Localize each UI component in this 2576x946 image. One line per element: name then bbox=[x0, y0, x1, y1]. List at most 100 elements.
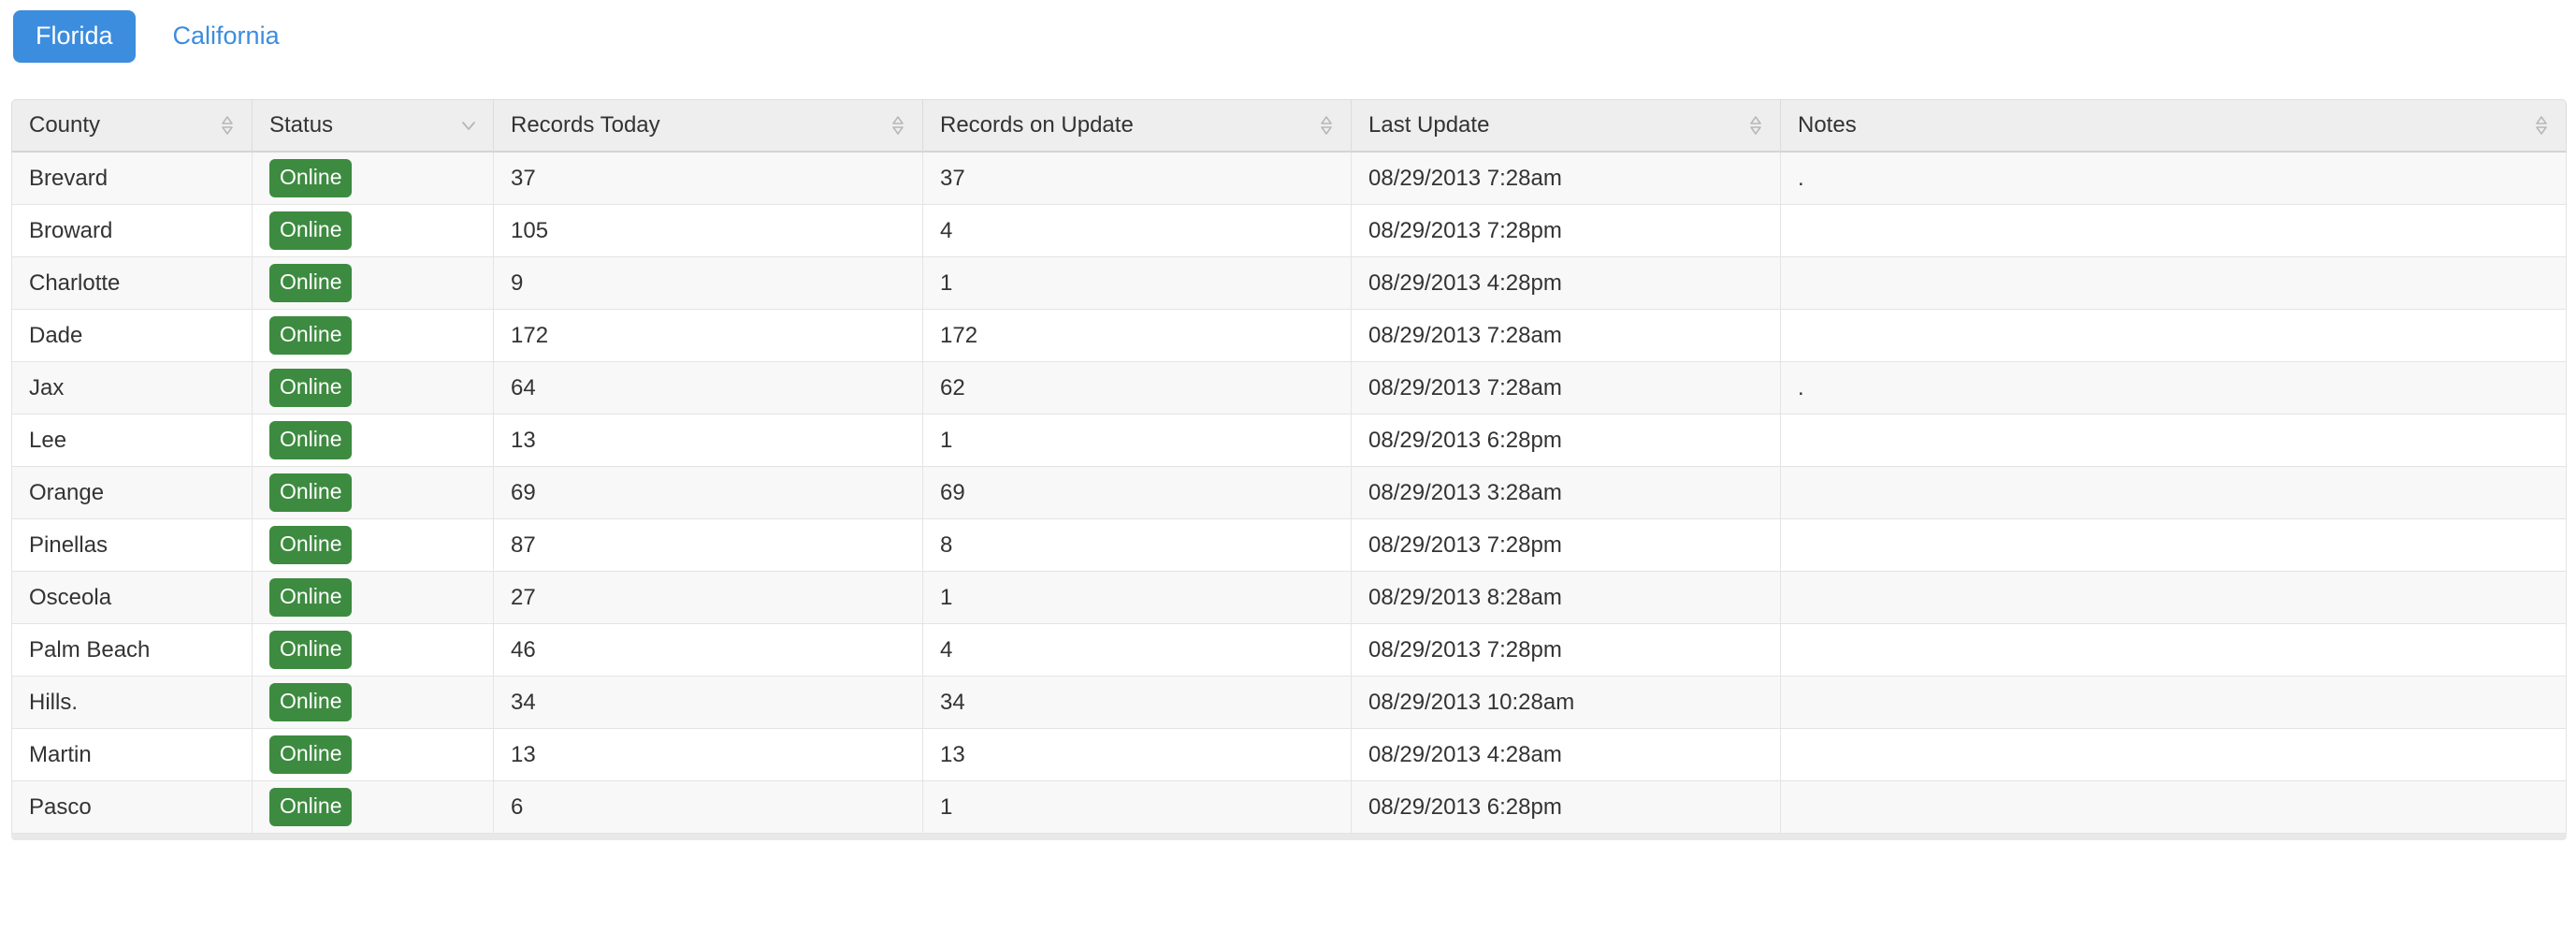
cell-notes: . bbox=[1781, 362, 2567, 415]
status-badge: Online bbox=[269, 735, 353, 774]
cell-last-update: 08/29/2013 3:28am bbox=[1352, 467, 1781, 519]
cell-last-update: 08/29/2013 7:28pm bbox=[1352, 624, 1781, 677]
table-row[interactable]: Jax Online 64 62 08/29/2013 7:28am. bbox=[11, 362, 2567, 415]
status-badge: Online bbox=[269, 526, 353, 564]
state-tab-bar: Florida California bbox=[0, 0, 2576, 63]
table-row[interactable]: Pasco Online 6 1 08/29/2013 6:28pm bbox=[11, 781, 2567, 834]
cell-last-update: 08/29/2013 4:28am bbox=[1352, 729, 1781, 781]
cell-notes bbox=[1781, 519, 2567, 572]
table-header-row: County Status Records Today Records on Upda… bbox=[11, 99, 2567, 153]
cell-records-on-update: 34 bbox=[923, 677, 1352, 729]
cell-records-today: 46 bbox=[494, 624, 923, 677]
column-header-label: Last Update bbox=[1368, 112, 1490, 138]
cell-status: Online bbox=[253, 205, 494, 257]
cell-records-on-update: 13 bbox=[923, 729, 1352, 781]
cell-status: Online bbox=[253, 519, 494, 572]
status-badge: Online bbox=[269, 159, 353, 197]
table-header: County Status Records Today Records on Upda… bbox=[11, 99, 2567, 153]
status-badge: Online bbox=[269, 421, 353, 459]
table-row[interactable]: Orange Online 69 69 08/29/2013 3:28am bbox=[11, 467, 2567, 519]
cell-status: Online bbox=[253, 257, 494, 310]
cell-status: Online bbox=[253, 362, 494, 415]
cell-last-update: 08/29/2013 7:28am bbox=[1352, 153, 1781, 205]
column-header-status[interactable]: Status bbox=[253, 99, 494, 153]
cell-county: Broward bbox=[11, 205, 253, 257]
column-header-records-on-update[interactable]: Records on Update bbox=[923, 99, 1352, 153]
cell-notes bbox=[1781, 310, 2567, 362]
table-row[interactable]: Hills. Online 34 34 08/29/2013 10:28am bbox=[11, 677, 2567, 729]
column-header-label: Notes bbox=[1798, 112, 1857, 138]
cell-records-today: 27 bbox=[494, 572, 923, 624]
table-row[interactable]: Charlotte Online 9 1 08/29/2013 4:28pm bbox=[11, 257, 2567, 310]
cell-last-update: 08/29/2013 7:28am bbox=[1352, 362, 1781, 415]
column-header-label: Records on Update bbox=[940, 112, 1134, 138]
cell-records-on-update: 62 bbox=[923, 362, 1352, 415]
cell-notes bbox=[1781, 205, 2567, 257]
status-badge: Online bbox=[269, 631, 353, 669]
status-badge: Online bbox=[269, 211, 353, 250]
table-row[interactable]: Dade Online 172 172 08/29/2013 7:28am bbox=[11, 310, 2567, 362]
cell-county: Lee bbox=[11, 415, 253, 467]
cell-status: Online bbox=[253, 781, 494, 834]
sort-both-icon[interactable] bbox=[2534, 115, 2549, 136]
cell-status: Online bbox=[253, 572, 494, 624]
cell-county: Pasco bbox=[11, 781, 253, 834]
tab-florida[interactable]: Florida bbox=[13, 10, 136, 63]
table-row[interactable]: Lee Online 13 1 08/29/2013 6:28pm bbox=[11, 415, 2567, 467]
cell-records-on-update: 1 bbox=[923, 415, 1352, 467]
table-row[interactable]: Pinellas Online 87 8 08/29/2013 7:28pm bbox=[11, 519, 2567, 572]
cell-records-on-update: 172 bbox=[923, 310, 1352, 362]
cell-county: Palm Beach bbox=[11, 624, 253, 677]
cell-status: Online bbox=[253, 677, 494, 729]
table-row[interactable]: Osceola Online 27 1 08/29/2013 8:28am bbox=[11, 572, 2567, 624]
table-row[interactable]: Brevard Online 37 37 08/29/2013 7:28am. bbox=[11, 153, 2567, 205]
column-header-last-update[interactable]: Last Update bbox=[1352, 99, 1781, 153]
cell-notes bbox=[1781, 677, 2567, 729]
cell-status: Online bbox=[253, 729, 494, 781]
column-header-label: Status bbox=[269, 112, 334, 138]
cell-last-update: 08/29/2013 7:28am bbox=[1352, 310, 1781, 362]
cell-records-on-update: 1 bbox=[923, 257, 1352, 310]
cell-records-on-update: 69 bbox=[923, 467, 1352, 519]
sort-both-icon[interactable] bbox=[1748, 115, 1763, 136]
tab-california[interactable]: California bbox=[151, 10, 302, 63]
cell-records-on-update: 8 bbox=[923, 519, 1352, 572]
cell-records-today: 13 bbox=[494, 729, 923, 781]
county-status-table: County Status Records Today Records on Upda… bbox=[11, 99, 2567, 834]
cell-records-today: 34 bbox=[494, 677, 923, 729]
cell-last-update: 08/29/2013 7:28pm bbox=[1352, 205, 1781, 257]
table-row[interactable]: Martin Online 13 13 08/29/2013 4:28am bbox=[11, 729, 2567, 781]
table-body: Brevard Online 37 37 08/29/2013 7:28am. Browa… bbox=[11, 153, 2567, 834]
cell-records-today: 6 bbox=[494, 781, 923, 834]
cell-county: Orange bbox=[11, 467, 253, 519]
cell-county: Brevard bbox=[11, 153, 253, 205]
cell-records-today: 13 bbox=[494, 415, 923, 467]
column-header-county[interactable]: County bbox=[11, 99, 253, 153]
cell-status: Online bbox=[253, 467, 494, 519]
cell-status: Online bbox=[253, 310, 494, 362]
sort-desc-icon[interactable] bbox=[461, 115, 476, 136]
cell-notes bbox=[1781, 467, 2567, 519]
sort-both-icon[interactable] bbox=[1319, 115, 1334, 136]
cell-records-on-update: 1 bbox=[923, 572, 1352, 624]
table-row[interactable]: Palm Beach Online 46 4 08/29/2013 7:28pm bbox=[11, 624, 2567, 677]
cell-last-update: 08/29/2013 6:28pm bbox=[1352, 415, 1781, 467]
status-badge: Online bbox=[269, 788, 353, 826]
status-badge: Online bbox=[269, 473, 353, 512]
cell-status: Online bbox=[253, 624, 494, 677]
cell-records-today: 9 bbox=[494, 257, 923, 310]
sort-both-icon[interactable] bbox=[220, 115, 235, 136]
cell-county: Dade bbox=[11, 310, 253, 362]
cell-status: Online bbox=[253, 153, 494, 205]
table-row[interactable]: Broward Online 105 4 08/29/2013 7:28pm bbox=[11, 205, 2567, 257]
status-badge: Online bbox=[269, 316, 353, 355]
column-header-records-today[interactable]: Records Today bbox=[494, 99, 923, 153]
sort-both-icon[interactable] bbox=[890, 115, 905, 136]
column-header-notes[interactable]: Notes bbox=[1781, 99, 2567, 153]
cell-county: Pinellas bbox=[11, 519, 253, 572]
cell-notes bbox=[1781, 781, 2567, 834]
cell-last-update: 08/29/2013 8:28am bbox=[1352, 572, 1781, 624]
cell-records-today: 172 bbox=[494, 310, 923, 362]
cell-records-today: 105 bbox=[494, 205, 923, 257]
cell-notes bbox=[1781, 257, 2567, 310]
